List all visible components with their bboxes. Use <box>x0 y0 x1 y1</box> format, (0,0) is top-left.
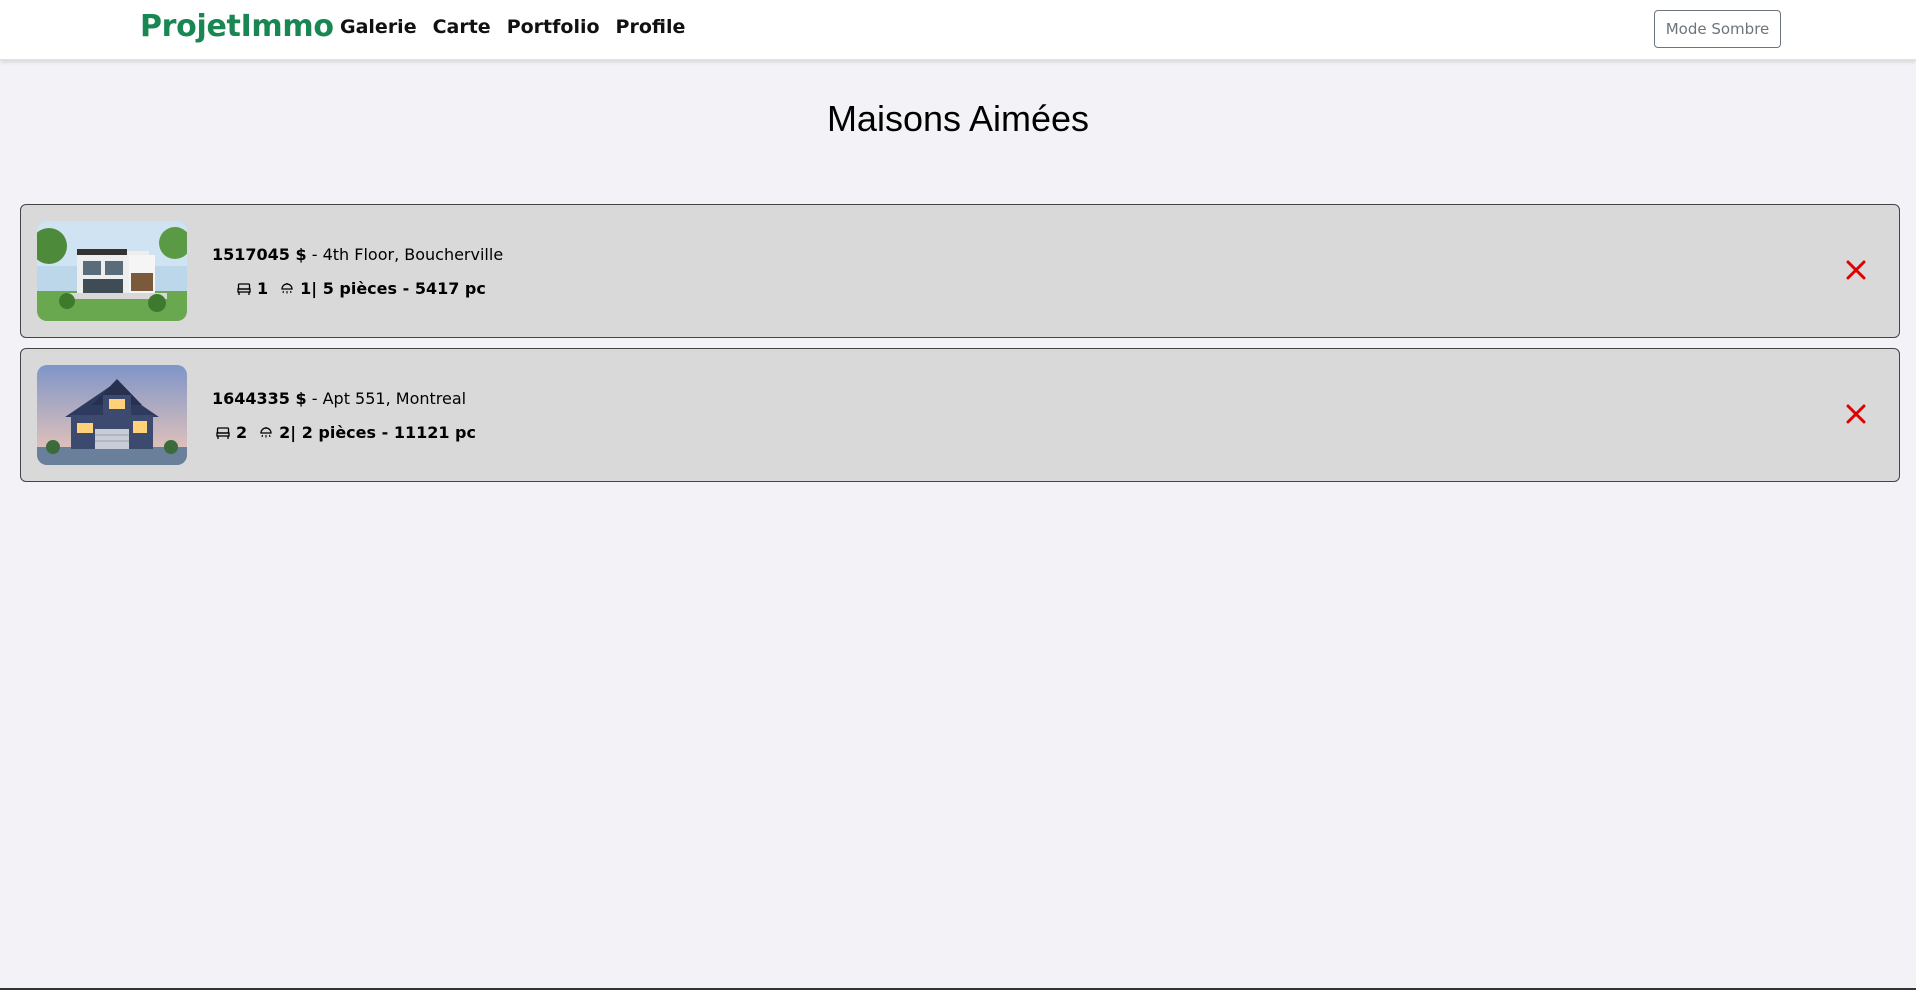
brand-logo[interactable]: ProjetImmo <box>140 9 334 44</box>
nav-link-portfolio[interactable]: Portfolio <box>507 16 600 38</box>
suburban-house-image <box>37 365 187 465</box>
shower-icon <box>280 282 294 296</box>
nav-link-profile[interactable]: Profile <box>616 16 686 38</box>
dark-mode-button[interactable]: Mode Sombre <box>1654 10 1781 48</box>
list-item[interactable]: 1517045 $ - 4th Floor, Boucherville 1 1|… <box>20 204 1900 338</box>
shower-icon <box>259 426 273 440</box>
listing-details: 2 2| 2 pièces - 11121 pc <box>216 423 476 442</box>
house-thumbnail[interactable] <box>37 365 187 465</box>
close-icon <box>1846 260 1866 280</box>
nav-link-carte[interactable]: Carte <box>433 16 491 38</box>
remove-button[interactable] <box>1839 397 1873 431</box>
nav-link-galerie[interactable]: Galerie <box>340 16 417 38</box>
liked-houses-list: 1517045 $ - 4th Floor, Boucherville 1 1|… <box>20 204 1900 492</box>
modern-house-image <box>37 221 187 321</box>
baths-rooms-area: 1| 5 pièces - 5417 pc <box>300 279 486 298</box>
list-item[interactable]: 1644335 $ - Apt 551, Montreal 2 2| 2 piè… <box>20 348 1900 482</box>
bed-icon <box>216 426 230 440</box>
listing-summary: 1644335 $ - Apt 551, Montreal <box>212 389 466 408</box>
baths-rooms-area: 2| 2 pièces - 11121 pc <box>279 423 476 442</box>
remove-button[interactable] <box>1839 253 1873 287</box>
close-icon <box>1846 404 1866 424</box>
listing-price: 1517045 $ <box>212 245 307 264</box>
listing-address: - 4th Floor, Boucherville <box>306 245 504 264</box>
house-thumbnail[interactable] <box>37 221 187 321</box>
page-title: Maisons Aimées <box>826 98 1090 139</box>
navbar: ProjetImmo Galerie Carte Portfolio Profi… <box>0 0 1916 60</box>
bed-icon <box>237 282 251 296</box>
bed-count: 2 <box>236 423 248 442</box>
nav-links: Galerie Carte Portfolio Profile <box>340 16 685 38</box>
listing-address: - Apt 551, Montreal <box>306 389 467 408</box>
bed-count: 1 <box>257 279 269 298</box>
listing-price: 1644335 $ <box>212 389 307 408</box>
listing-summary: 1517045 $ - 4th Floor, Boucherville <box>212 245 503 264</box>
listing-details: 1 1| 5 pièces - 5417 pc <box>237 279 486 298</box>
